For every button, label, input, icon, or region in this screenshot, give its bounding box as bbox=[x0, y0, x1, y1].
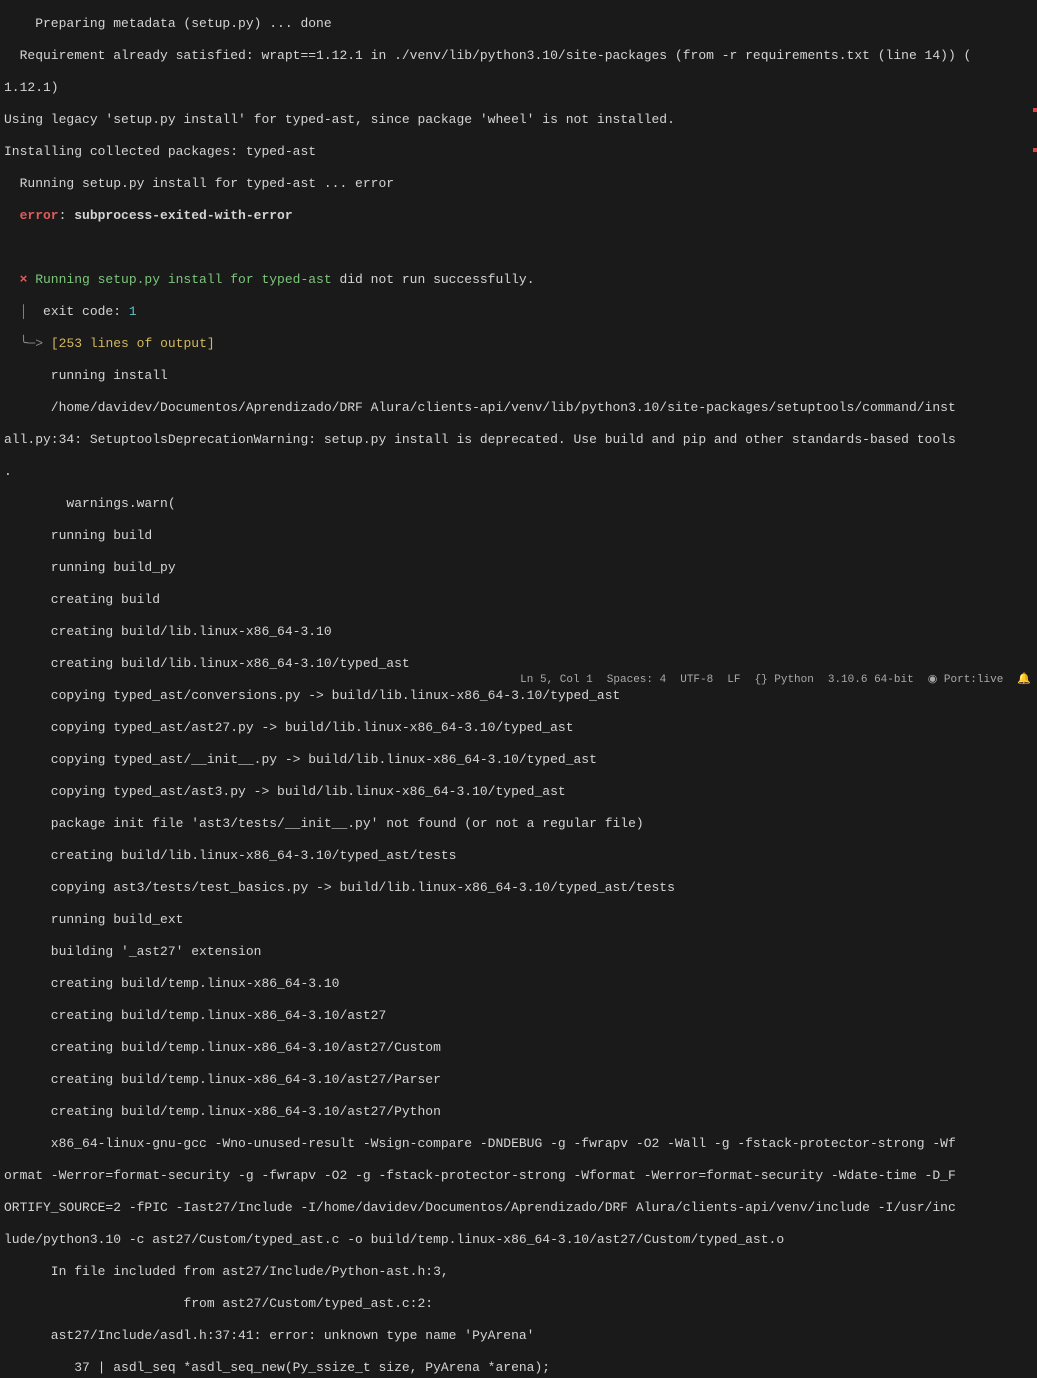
output-line: In file included from ast27/Include/Pyth… bbox=[4, 1264, 1033, 1280]
output-line: copying typed_ast/ast27.py -> build/lib.… bbox=[4, 720, 1033, 736]
output-line: creating build/temp.linux-x86_64-3.10/as… bbox=[4, 1008, 1033, 1024]
output-line: Requirement already satisfied: wrapt==1.… bbox=[4, 48, 1033, 64]
status-language-mode[interactable]: {} Python bbox=[754, 672, 813, 688]
scrollbar-mark bbox=[1033, 148, 1037, 152]
output-line: running build bbox=[4, 528, 1033, 544]
output-line: creating build/lib.linux-x86_64-3.10 bbox=[4, 624, 1033, 640]
output-line: copying typed_ast/conversions.py -> buil… bbox=[4, 688, 1033, 704]
output-line: Preparing metadata (setup.py) ... done bbox=[4, 16, 1033, 32]
output-line: lude/python3.10 -c ast27/Custom/typed_as… bbox=[4, 1232, 1033, 1248]
output-line: . bbox=[4, 464, 1033, 480]
output-line: running build_ext bbox=[4, 912, 1033, 928]
output-line: building '_ast27' extension bbox=[4, 944, 1033, 960]
status-cursor-position[interactable]: Ln 5, Col 1 bbox=[520, 672, 593, 688]
output-line: 37 | asdl_seq *asdl_seq_new(Py_ssize_t s… bbox=[4, 1360, 1033, 1376]
output-line: ORTIFY_SOURCE=2 -fPIC -Iast27/Include -I… bbox=[4, 1200, 1033, 1216]
output-line: │ exit code: 1 bbox=[4, 304, 1033, 320]
status-eol[interactable]: LF bbox=[727, 672, 740, 688]
output-line: package init file 'ast3/tests/__init__.p… bbox=[4, 816, 1033, 832]
output-line: creating build/temp.linux-x86_64-3.10 bbox=[4, 976, 1033, 992]
output-line: running install bbox=[4, 368, 1033, 384]
output-line: /home/davidev/Documentos/Aprendizado/DRF… bbox=[4, 400, 1033, 416]
output-line: Installing collected packages: typed-ast bbox=[4, 144, 1033, 160]
output-line: Using legacy 'setup.py install' for type… bbox=[4, 112, 1033, 128]
output-line: running build_py bbox=[4, 560, 1033, 576]
status-python-version[interactable]: 3.10.6 64-bit bbox=[828, 672, 914, 688]
output-line: creating build/lib.linux-x86_64-3.10/typ… bbox=[4, 848, 1033, 864]
output-line: x86_64-linux-gnu-gcc -Wno-unused-result … bbox=[4, 1136, 1033, 1152]
error-line: × Running setup.py install for typed-ast… bbox=[4, 272, 1033, 288]
output-line: ormat -Werror=format-security -g -fwrapv… bbox=[4, 1168, 1033, 1184]
scrollbar-mark bbox=[1033, 108, 1037, 112]
error-line: error: subprocess-exited-with-error bbox=[4, 208, 1033, 224]
status-encoding[interactable]: UTF-8 bbox=[680, 672, 713, 688]
output-line: copying typed_ast/__init__.py -> build/l… bbox=[4, 752, 1033, 768]
status-indentation[interactable]: Spaces: 4 bbox=[607, 672, 666, 688]
terminal-output[interactable]: Preparing metadata (setup.py) ... done R… bbox=[0, 0, 1037, 1378]
output-line: 1.12.1) bbox=[4, 80, 1033, 96]
output-line: creating build bbox=[4, 592, 1033, 608]
status-bar: Ln 5, Col 1 Spaces: 4 UTF-8 LF {} Python… bbox=[520, 671, 1031, 689]
output-line: creating build/temp.linux-x86_64-3.10/as… bbox=[4, 1040, 1033, 1056]
output-line: from ast27/Custom/typed_ast.c:2: bbox=[4, 1296, 1033, 1312]
blank-line bbox=[4, 240, 1033, 256]
output-line: ╰─> [253 lines of output] bbox=[4, 336, 1033, 352]
output-line: all.py:34: SetuptoolsDeprecationWarning:… bbox=[4, 432, 1033, 448]
output-line: creating build/lib.linux-x86_64-3.10/typ… bbox=[4, 656, 1033, 672]
output-line: creating build/temp.linux-x86_64-3.10/as… bbox=[4, 1072, 1033, 1088]
notifications-icon[interactable]: 🔔 bbox=[1017, 672, 1031, 688]
output-line: ast27/Include/asdl.h:37:41: error: unkno… bbox=[4, 1328, 1033, 1344]
output-line: warnings.warn( bbox=[4, 496, 1033, 512]
output-line: creating build/temp.linux-x86_64-3.10/as… bbox=[4, 1104, 1033, 1120]
output-line: copying typed_ast/ast3.py -> build/lib.l… bbox=[4, 784, 1033, 800]
output-line: Running setup.py install for typed-ast .… bbox=[4, 176, 1033, 192]
output-line: copying ast3/tests/test_basics.py -> bui… bbox=[4, 880, 1033, 896]
status-live-server[interactable]: ◉ Port:live bbox=[928, 672, 1004, 688]
